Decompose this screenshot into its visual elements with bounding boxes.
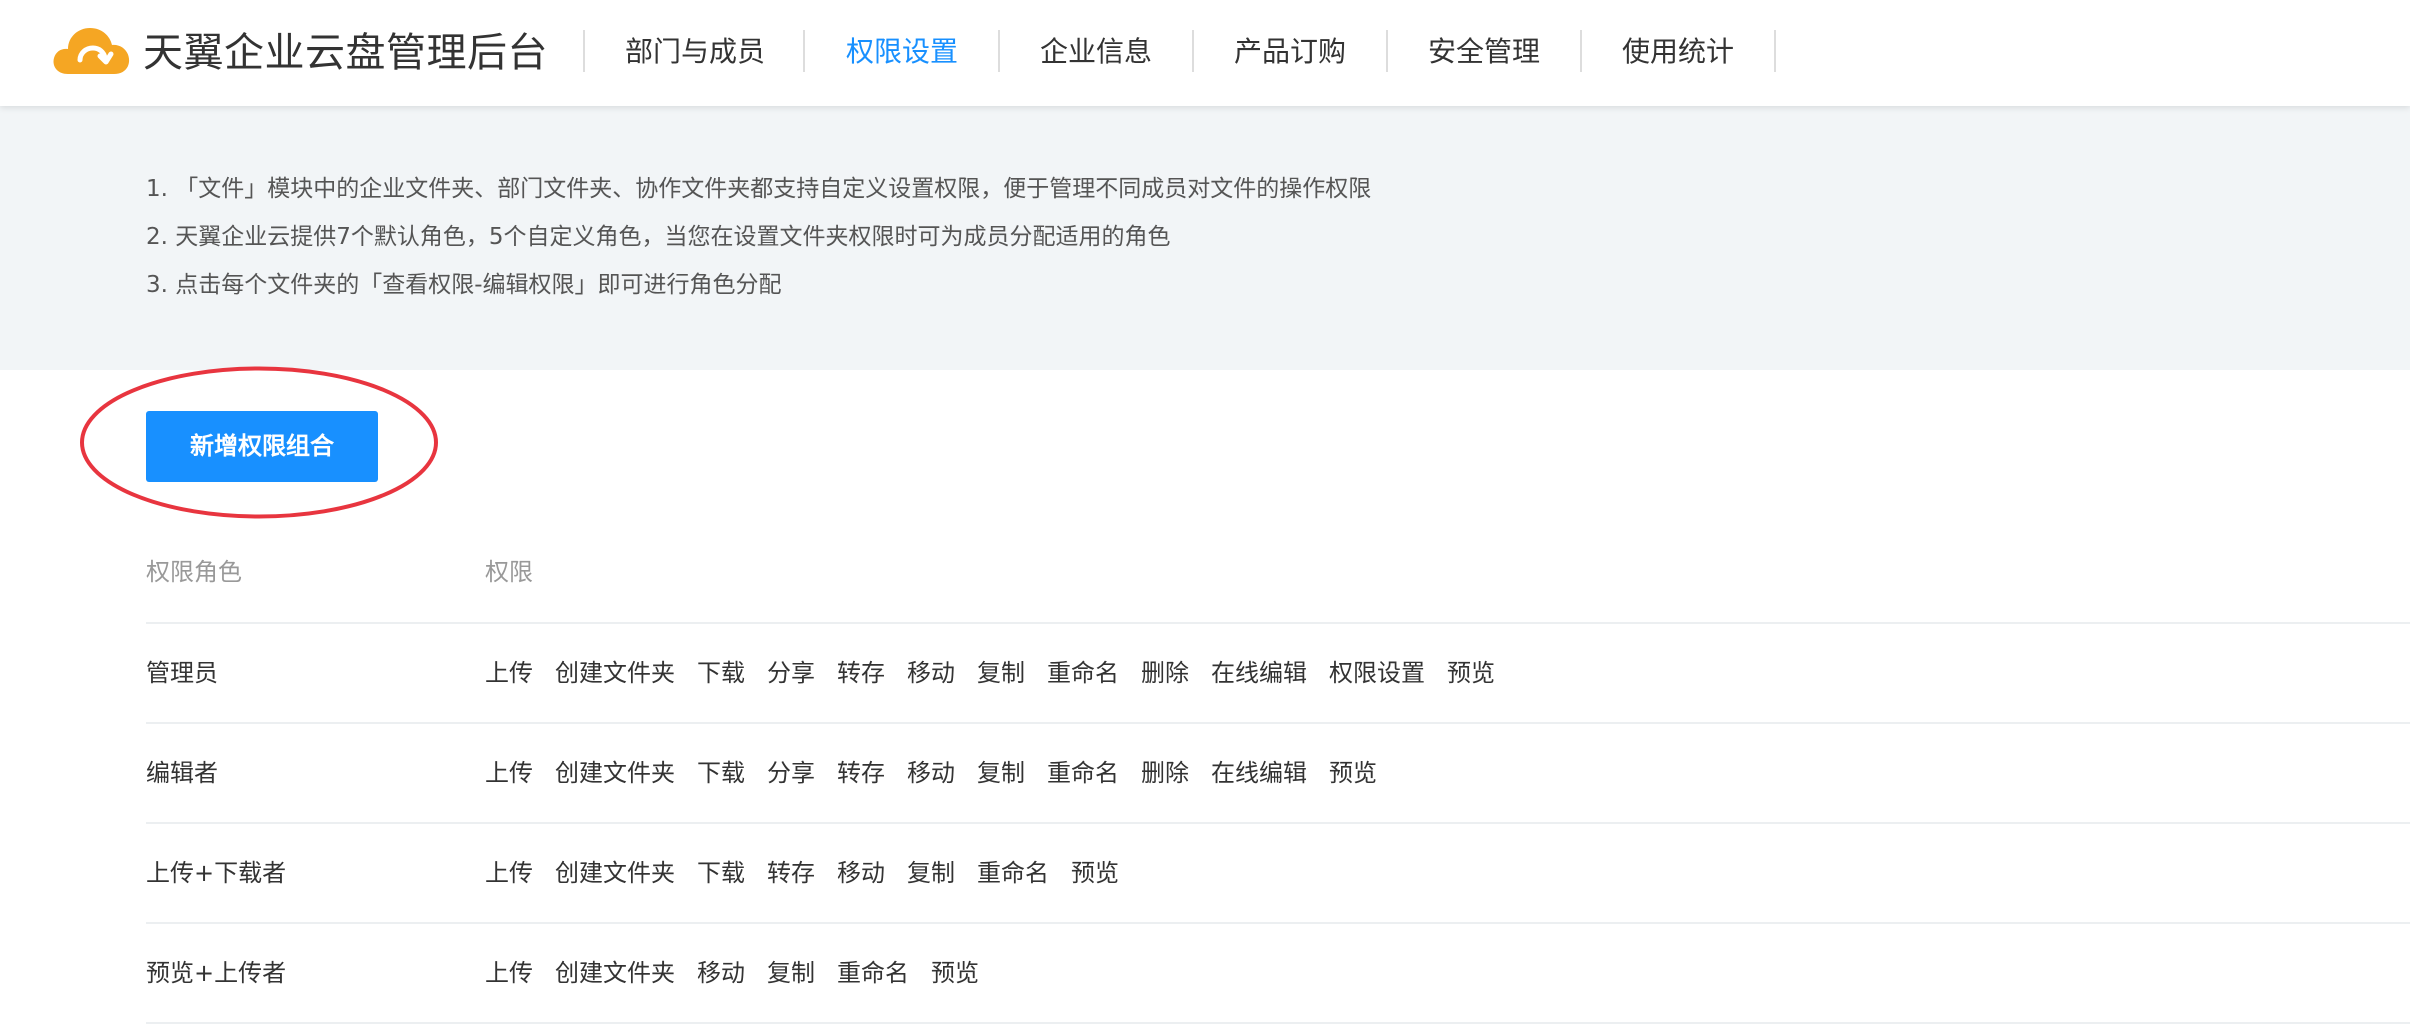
brand-title: 天翼企业云盘管理后台 [143, 30, 548, 76]
nav-divider [583, 30, 585, 72]
permission-tag: 删除 [1141, 659, 1189, 687]
column-header-role: 权限角色 [146, 558, 242, 586]
permission-notice-panel: 1. 「文件」模块中的企业文件夹、部门文件夹、协作文件夹都支持自定义设置权限，便… [0, 106, 2410, 370]
row-divider [146, 1022, 2410, 1024]
nav-divider [1386, 30, 1388, 72]
top-header: 天翼企业云盘管理后台 部门与成员 权限设置 企业信息 产品订购 安全管理 使用统… [0, 0, 2410, 106]
nav-divider [803, 30, 805, 72]
role-name: 管理员 [146, 659, 218, 687]
permission-tag: 分享 [767, 759, 815, 787]
nav-divider [1580, 30, 1582, 72]
column-header-permissions: 权限 [485, 558, 533, 586]
permission-tag: 上传 [485, 759, 533, 787]
nav-item-security-management[interactable]: 安全管理 [1428, 32, 1540, 72]
permission-tag: 复制 [977, 759, 1025, 787]
permission-tag: 转存 [837, 659, 885, 687]
permission-tag: 预览 [1329, 759, 1377, 787]
permission-tag: 预览 [931, 959, 979, 987]
row-divider [146, 622, 2410, 624]
permission-tag: 移动 [907, 759, 955, 787]
permission-tag: 重命名 [977, 859, 1049, 887]
permission-tag: 重命名 [1047, 759, 1119, 787]
permission-tag: 预览 [1071, 859, 1119, 887]
permission-tag: 重命名 [837, 959, 909, 987]
permission-tag: 上传 [485, 659, 533, 687]
permission-tag: 复制 [767, 959, 815, 987]
permission-tag: 在线编辑 [1211, 659, 1307, 687]
permission-tag: 上传 [485, 959, 533, 987]
row-divider [146, 722, 2410, 724]
nav-item-permission-settings[interactable]: 权限设置 [846, 32, 958, 72]
permission-tag: 在线编辑 [1211, 759, 1307, 787]
role-name: 上传+下载者 [146, 859, 287, 887]
row-divider [146, 922, 2410, 924]
permission-tag: 创建文件夹 [555, 759, 675, 787]
permission-tag: 创建文件夹 [555, 659, 675, 687]
permission-tag: 下载 [697, 759, 745, 787]
role-name: 编辑者 [146, 759, 218, 787]
permission-tag: 创建文件夹 [555, 959, 675, 987]
permission-tag: 复制 [907, 859, 955, 887]
permission-tag: 移动 [837, 859, 885, 887]
role-name: 预览+上传者 [146, 959, 287, 987]
permission-tag: 重命名 [1047, 659, 1119, 687]
nav-item-usage-statistics[interactable]: 使用统计 [1622, 32, 1734, 72]
permission-tag: 创建文件夹 [555, 859, 675, 887]
cloud-logo-icon [53, 28, 130, 74]
nav-divider [998, 30, 1000, 72]
permission-tag: 预览 [1447, 659, 1495, 687]
row-divider [146, 822, 2410, 824]
nav-item-product-order[interactable]: 产品订购 [1234, 32, 1346, 72]
nav-item-departments-members[interactable]: 部门与成员 [625, 32, 765, 72]
nav-divider [1192, 30, 1194, 72]
nav-divider [1774, 30, 1776, 72]
permission-tag: 转存 [837, 759, 885, 787]
annotation-ellipse [80, 366, 438, 519]
permission-tag: 移动 [907, 659, 955, 687]
permission-tag: 转存 [767, 859, 815, 887]
permission-tag: 上传 [485, 859, 533, 887]
notice-line: 1. 「文件」模块中的企业文件夹、部门文件夹、协作文件夹都支持自定义设置权限，便… [146, 176, 1372, 202]
permission-tag: 权限设置 [1329, 659, 1425, 687]
permission-tag: 分享 [767, 659, 815, 687]
permission-tag: 移动 [697, 959, 745, 987]
permission-tag: 下载 [697, 859, 745, 887]
permission-tag: 删除 [1141, 759, 1189, 787]
permission-tag: 复制 [977, 659, 1025, 687]
permission-tag: 下载 [697, 659, 745, 687]
notice-line: 3. 点击每个文件夹的「查看权限-编辑权限」即可进行角色分配 [146, 272, 782, 298]
nav-item-enterprise-info[interactable]: 企业信息 [1040, 32, 1152, 72]
notice-line: 2. 天翼企业云提供7个默认角色，5个自定义角色，当您在设置文件夹权限时可为成员… [146, 224, 1171, 250]
